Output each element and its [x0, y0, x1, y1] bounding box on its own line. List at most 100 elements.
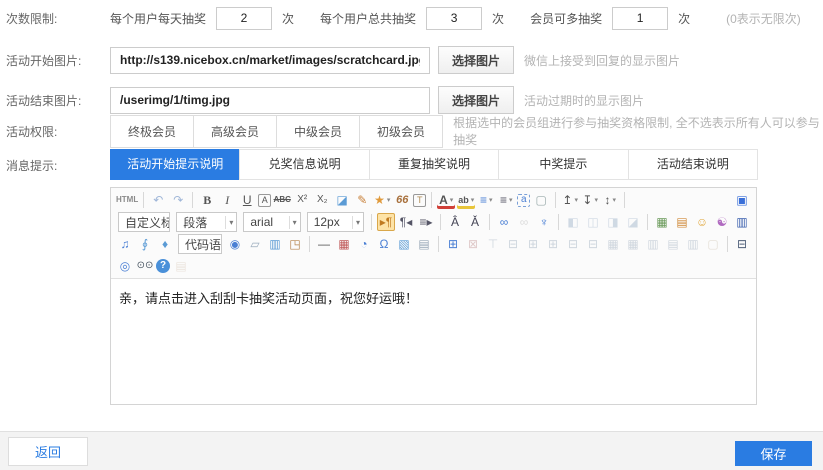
- to-lowercase-icon[interactable]: Ǎ: [466, 213, 484, 231]
- print-icon[interactable]: ⊟: [733, 235, 751, 253]
- insert-anchor-icon[interactable]: ♆: [535, 213, 553, 231]
- format-brush-icon[interactable]: ✎: [353, 191, 371, 209]
- message-tab-bar: 活动开始提示说明兑奖信息说明重复抽奖说明中奖提示活动结束说明: [110, 149, 758, 180]
- delete-column-icon: ⊟: [584, 235, 602, 253]
- insert-chart-icon[interactable]: ▧: [395, 235, 413, 253]
- message-tabs-label: 消息提示:: [0, 157, 110, 174]
- insert-link-icon[interactable]: ∞: [495, 213, 513, 231]
- code-language-select[interactable]: 代码语言▾: [178, 234, 222, 254]
- toolbar-separator: [647, 214, 648, 230]
- paragraph-indent-icon[interactable]: ≡▸: [417, 213, 435, 231]
- save-button[interactable]: 保存: [735, 441, 812, 466]
- font-family-select[interactable]: arial▾: [243, 212, 300, 232]
- paste-text-icon[interactable]: T: [413, 194, 426, 207]
- remove-format-icon[interactable]: ◪: [333, 191, 351, 209]
- message-tab-5[interactable]: 活动结束说明: [628, 149, 758, 180]
- member-group-button-3[interactable]: 中级会员: [276, 115, 360, 148]
- end-image-pick-button[interactable]: 选择图片: [438, 86, 514, 114]
- insert-time-icon[interactable]: ◔: [355, 235, 373, 253]
- insert-map-icon[interactable]: ♦: [156, 235, 174, 253]
- total-label: 每个用户总共抽奖: [320, 10, 416, 27]
- permission-row: 活动权限: 终极会员高级会员中级会员初级会员 根据选中的会员组进行参与抽奖资格限…: [0, 116, 823, 146]
- view-source-icon[interactable]: HTML: [116, 191, 138, 209]
- font-size-select[interactable]: 12px▾: [307, 212, 364, 232]
- rtl-paragraph-icon[interactable]: ▸¶: [377, 213, 395, 231]
- insert-image-icon[interactable]: ▦: [653, 213, 671, 231]
- scrawl-icon[interactable]: ☯: [713, 213, 731, 231]
- toolbar-separator: [438, 236, 439, 252]
- anchor-icon[interactable]: a: [517, 194, 530, 207]
- insert-music-icon[interactable]: ♫: [116, 235, 134, 253]
- insert-row-icon: ⊞: [524, 235, 542, 253]
- end-image-hint: 活动过期时的显示图片: [524, 92, 644, 109]
- member-group-button-2[interactable]: 高级会员: [193, 115, 277, 148]
- superscript-icon[interactable]: X²: [293, 191, 311, 209]
- font-color-icon[interactable]: A▾: [437, 191, 455, 209]
- ltr-paragraph-icon[interactable]: ¶◂: [397, 213, 415, 231]
- member-extra-input[interactable]: [612, 7, 668, 30]
- total-input[interactable]: [426, 7, 482, 30]
- end-image-input[interactable]: [110, 87, 430, 114]
- custom-title-select[interactable]: 自定义标题▾: [118, 212, 170, 232]
- member-group-button-4[interactable]: 初级会员: [359, 115, 443, 148]
- insert-attachment-icon[interactable]: ∮: [136, 235, 154, 253]
- paragraph-format-select[interactable]: 段落▾: [176, 212, 237, 232]
- rich-text-editor: HTML↶↷BIUAABCX²X₂◪✎★▾66TA▾ab▾≡▾≡▾a▢↥▾↧▾↕…: [110, 187, 757, 405]
- photo-album-icon[interactable]: ▤: [673, 213, 691, 231]
- start-image-pick-button[interactable]: 选择图片: [438, 46, 514, 74]
- google-map-icon[interactable]: ◉: [226, 235, 244, 253]
- screenshot-icon[interactable]: ◳: [286, 235, 304, 253]
- redo-icon[interactable]: ↷: [169, 191, 187, 209]
- member-group-button-1[interactable]: 终极会员: [110, 115, 194, 148]
- paragraph-top-spacing-icon[interactable]: ↥▾: [561, 191, 579, 209]
- message-tab-3[interactable]: 重复抽奖说明: [369, 149, 499, 180]
- ordered-list-icon[interactable]: ≡▾: [477, 191, 495, 209]
- editor-content[interactable]: 亲，请点击进入刮刮卡抽奖活动页面，祝您好运哦！: [111, 279, 756, 404]
- auto-typeset-icon[interactable]: ★▾: [373, 191, 391, 209]
- insert-form-icon[interactable]: ▤: [415, 235, 433, 253]
- message-tab-2[interactable]: 兑奖信息说明: [239, 149, 369, 180]
- start-image-input[interactable]: [110, 47, 430, 74]
- merge-cells-icon: ▥: [644, 235, 662, 253]
- permission-label: 活动权限:: [0, 123, 110, 140]
- find-replace-icon[interactable]: ⊙⊙: [136, 257, 154, 275]
- member-group-list: 终极会员高级会员中级会员初级会员: [110, 115, 443, 148]
- line-height-icon[interactable]: ↕▾: [601, 191, 619, 209]
- limits-hint: (0表示无限次): [726, 10, 801, 27]
- help-icon[interactable]: ?: [156, 259, 170, 273]
- bold-icon[interactable]: B: [198, 191, 216, 209]
- insert-columns-icon[interactable]: ▥: [266, 235, 284, 253]
- underline-icon[interactable]: U: [238, 191, 256, 209]
- snapshot-icon[interactable]: ▱: [246, 235, 264, 253]
- highlight-color-icon[interactable]: ab▾: [457, 191, 475, 209]
- emoji-icon[interactable]: ☺: [693, 213, 711, 231]
- strikethrough-icon[interactable]: ABC: [273, 191, 291, 209]
- message-tab-4[interactable]: 中奖提示: [498, 149, 628, 180]
- unordered-list-icon[interactable]: ≡▾: [497, 191, 515, 209]
- undo-icon[interactable]: ↶: [149, 191, 167, 209]
- blockquote-icon[interactable]: 66: [393, 191, 411, 209]
- horizontal-rule-icon[interactable]: —: [315, 235, 333, 253]
- message-tab-1[interactable]: 活动开始提示说明: [110, 149, 240, 180]
- fullscreen-icon[interactable]: ▣: [733, 191, 751, 209]
- merge-cells-right-icon: ▦: [604, 235, 622, 253]
- back-button[interactable]: 返回: [8, 437, 88, 466]
- insert-date-icon[interactable]: ▦: [335, 235, 353, 253]
- font-border-icon[interactable]: A: [258, 194, 271, 207]
- toolbar-separator: [555, 192, 556, 208]
- to-uppercase-icon[interactable]: Â: [446, 213, 464, 231]
- subscript-icon[interactable]: X₂: [313, 191, 331, 209]
- image-inline-icon: ◪: [624, 213, 642, 231]
- insert-table-icon[interactable]: ⊞: [444, 235, 462, 253]
- new-document-icon[interactable]: ▢: [532, 191, 550, 209]
- preview-icon[interactable]: ◎: [116, 257, 134, 275]
- image-align-left-icon: ◧: [564, 213, 582, 231]
- paragraph-bottom-spacing-icon[interactable]: ↧▾: [581, 191, 599, 209]
- start-image-hint: 微信上接受到回复的显示图片: [524, 52, 680, 69]
- italic-icon[interactable]: I: [218, 191, 236, 209]
- per-day-input[interactable]: [216, 7, 272, 30]
- paper-icon: ▢: [704, 235, 722, 253]
- special-character-icon[interactable]: Ω: [375, 235, 393, 253]
- insert-video-icon[interactable]: ▥: [733, 213, 751, 231]
- toolbar-separator: [431, 192, 432, 208]
